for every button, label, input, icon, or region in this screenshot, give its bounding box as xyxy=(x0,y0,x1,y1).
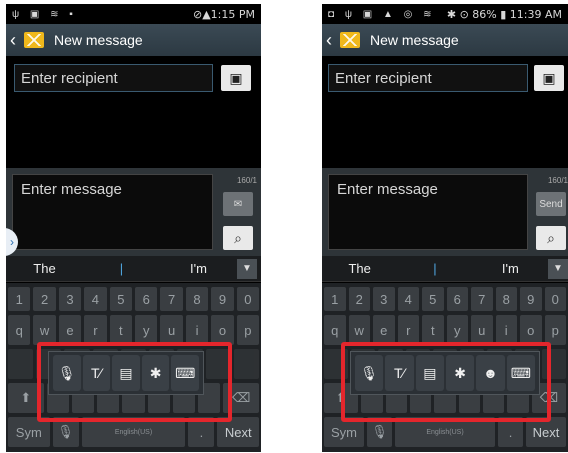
suggestion-word[interactable]: The xyxy=(6,261,83,276)
key[interactable]: o xyxy=(520,315,542,345)
back-icon[interactable]: ‹ xyxy=(326,30,340,51)
contact-card-icon: ▣ xyxy=(542,69,556,86)
send-button[interactable]: Send xyxy=(536,192,566,216)
key[interactable]: 9 xyxy=(520,287,542,311)
paperclip-icon: ⌕ xyxy=(547,229,555,246)
compose-area: Enter message 160/1 Send ⌕ xyxy=(322,168,568,256)
message-input[interactable]: Enter message xyxy=(328,174,528,250)
key[interactable]: e xyxy=(58,315,82,345)
highlight-box xyxy=(341,342,551,422)
key[interactable]: 4 xyxy=(397,287,419,311)
key[interactable]: t xyxy=(422,315,444,345)
send-button[interactable]: ✉ xyxy=(223,192,253,216)
key[interactable]: 7 xyxy=(160,287,183,311)
character-counter: 160/1 xyxy=(547,176,568,185)
mic-icon: 🎙 xyxy=(371,424,388,439)
page-title: New message xyxy=(370,32,459,48)
contacts-button[interactable]: ▣ xyxy=(221,65,251,91)
status-icons: ◘ ψ ▣ ▲ ◎ ≋ xyxy=(328,8,436,20)
suggestion-word[interactable]: I'm xyxy=(160,261,237,276)
key[interactable]: 6 xyxy=(446,287,468,311)
page-title: New message xyxy=(54,32,143,48)
key[interactable]: p xyxy=(544,315,566,345)
send-envelope-icon: ✉ xyxy=(233,198,243,210)
key[interactable]: w xyxy=(33,315,56,345)
key[interactable]: 6 xyxy=(135,287,158,311)
action-bar: ‹ New message xyxy=(322,24,568,56)
key[interactable]: 2 xyxy=(348,287,370,311)
chevron-down-icon[interactable]: ▼ xyxy=(547,258,568,279)
key[interactable]: 3 xyxy=(58,287,82,311)
suggestion-bar: The | I'm ▼ xyxy=(322,256,568,282)
key[interactable]: q xyxy=(324,315,346,345)
key[interactable]: e xyxy=(373,315,395,345)
message-app-icon xyxy=(24,32,44,48)
key[interactable]: u xyxy=(471,315,493,345)
recipient-input[interactable]: Enter recipient xyxy=(14,64,213,92)
key[interactable]: 0 xyxy=(544,287,566,311)
key[interactable]: 7 xyxy=(471,287,493,311)
key[interactable]: u xyxy=(160,315,183,345)
suggestion-word[interactable]: The xyxy=(322,261,397,276)
key[interactable]: i xyxy=(185,315,209,345)
paperclip-icon: ⌕ xyxy=(234,229,242,246)
key[interactable]: 5 xyxy=(422,287,444,311)
key[interactable]: 2 xyxy=(33,287,56,311)
key[interactable]: i xyxy=(495,315,517,345)
key[interactable]: r xyxy=(84,315,107,345)
qwerty-row: q w e r t y u i o p xyxy=(324,315,566,345)
action-bar: ‹ New message xyxy=(6,24,261,56)
back-icon[interactable]: ‹ xyxy=(10,30,24,51)
compose-area: Enter message 160/1 ✉ ⌕ xyxy=(6,168,261,256)
suggestion-word[interactable]: I'm xyxy=(473,261,548,276)
status-bar: ψ ▣ ≋ ▪ ⊘▲1:15 PM xyxy=(6,4,261,24)
key[interactable]: o xyxy=(211,315,234,345)
status-time: ✱ ⊙ 86% ▮ 11:39 AM xyxy=(446,7,562,21)
suggestion-bar: The | I'm ▼ xyxy=(6,256,261,282)
number-row: 1 2 3 4 5 6 7 8 9 0 xyxy=(8,287,260,311)
backspace-icon: ⌫ xyxy=(231,390,251,405)
key[interactable]: 1 xyxy=(324,287,346,311)
recipient-input[interactable]: Enter recipient xyxy=(328,64,528,92)
key[interactable]: 9 xyxy=(211,287,234,311)
attach-button[interactable]: ⌕ xyxy=(223,226,253,250)
number-row: 1 2 3 4 5 6 7 8 9 0 xyxy=(324,287,566,311)
message-input[interactable]: Enter message xyxy=(12,174,213,250)
recipient-row: Enter recipient ▣ xyxy=(322,64,568,94)
message-app-icon xyxy=(340,32,360,48)
character-counter: 160/1 xyxy=(236,176,257,185)
shift-icon: ⬆ xyxy=(20,390,32,405)
contact-card-icon: ▣ xyxy=(229,69,243,86)
status-time: ⊘▲1:15 PM xyxy=(193,7,255,21)
key[interactable]: 8 xyxy=(495,287,517,311)
message-thread-area xyxy=(6,96,261,168)
key[interactable]: 3 xyxy=(373,287,395,311)
key[interactable]: p xyxy=(236,315,260,345)
suggestion-cursor[interactable]: | xyxy=(397,261,472,276)
key[interactable]: 1 xyxy=(8,287,31,311)
message-thread-area xyxy=(322,96,568,168)
key[interactable]: t xyxy=(109,315,133,345)
attach-button[interactable]: ⌕ xyxy=(536,226,566,250)
status-icons: ψ ▣ ≋ ▪ xyxy=(12,8,77,20)
qwerty-row: q w e r t y u i o p xyxy=(8,315,260,345)
mic-icon: 🎙 xyxy=(57,424,74,439)
key[interactable]: 5 xyxy=(109,287,133,311)
chevron-down-icon[interactable]: ▼ xyxy=(237,258,257,279)
key[interactable]: 8 xyxy=(185,287,209,311)
suggestion-cursor[interactable]: | xyxy=(83,261,160,276)
key[interactable]: q xyxy=(8,315,31,345)
key[interactable] xyxy=(233,349,259,379)
key[interactable]: y xyxy=(135,315,158,345)
key[interactable]: y xyxy=(446,315,468,345)
contacts-button[interactable]: ▣ xyxy=(534,65,564,91)
key[interactable]: 0 xyxy=(236,287,260,311)
key[interactable]: r xyxy=(397,315,419,345)
recipient-row: Enter recipient ▣ xyxy=(6,64,261,94)
status-bar: ◘ ψ ▣ ▲ ◎ ≋ ✱ ⊙ 86% ▮ 11:39 AM xyxy=(322,4,568,24)
key[interactable]: w xyxy=(348,315,370,345)
highlight-box xyxy=(37,342,232,422)
key[interactable] xyxy=(8,349,34,379)
key[interactable]: 4 xyxy=(84,287,107,311)
